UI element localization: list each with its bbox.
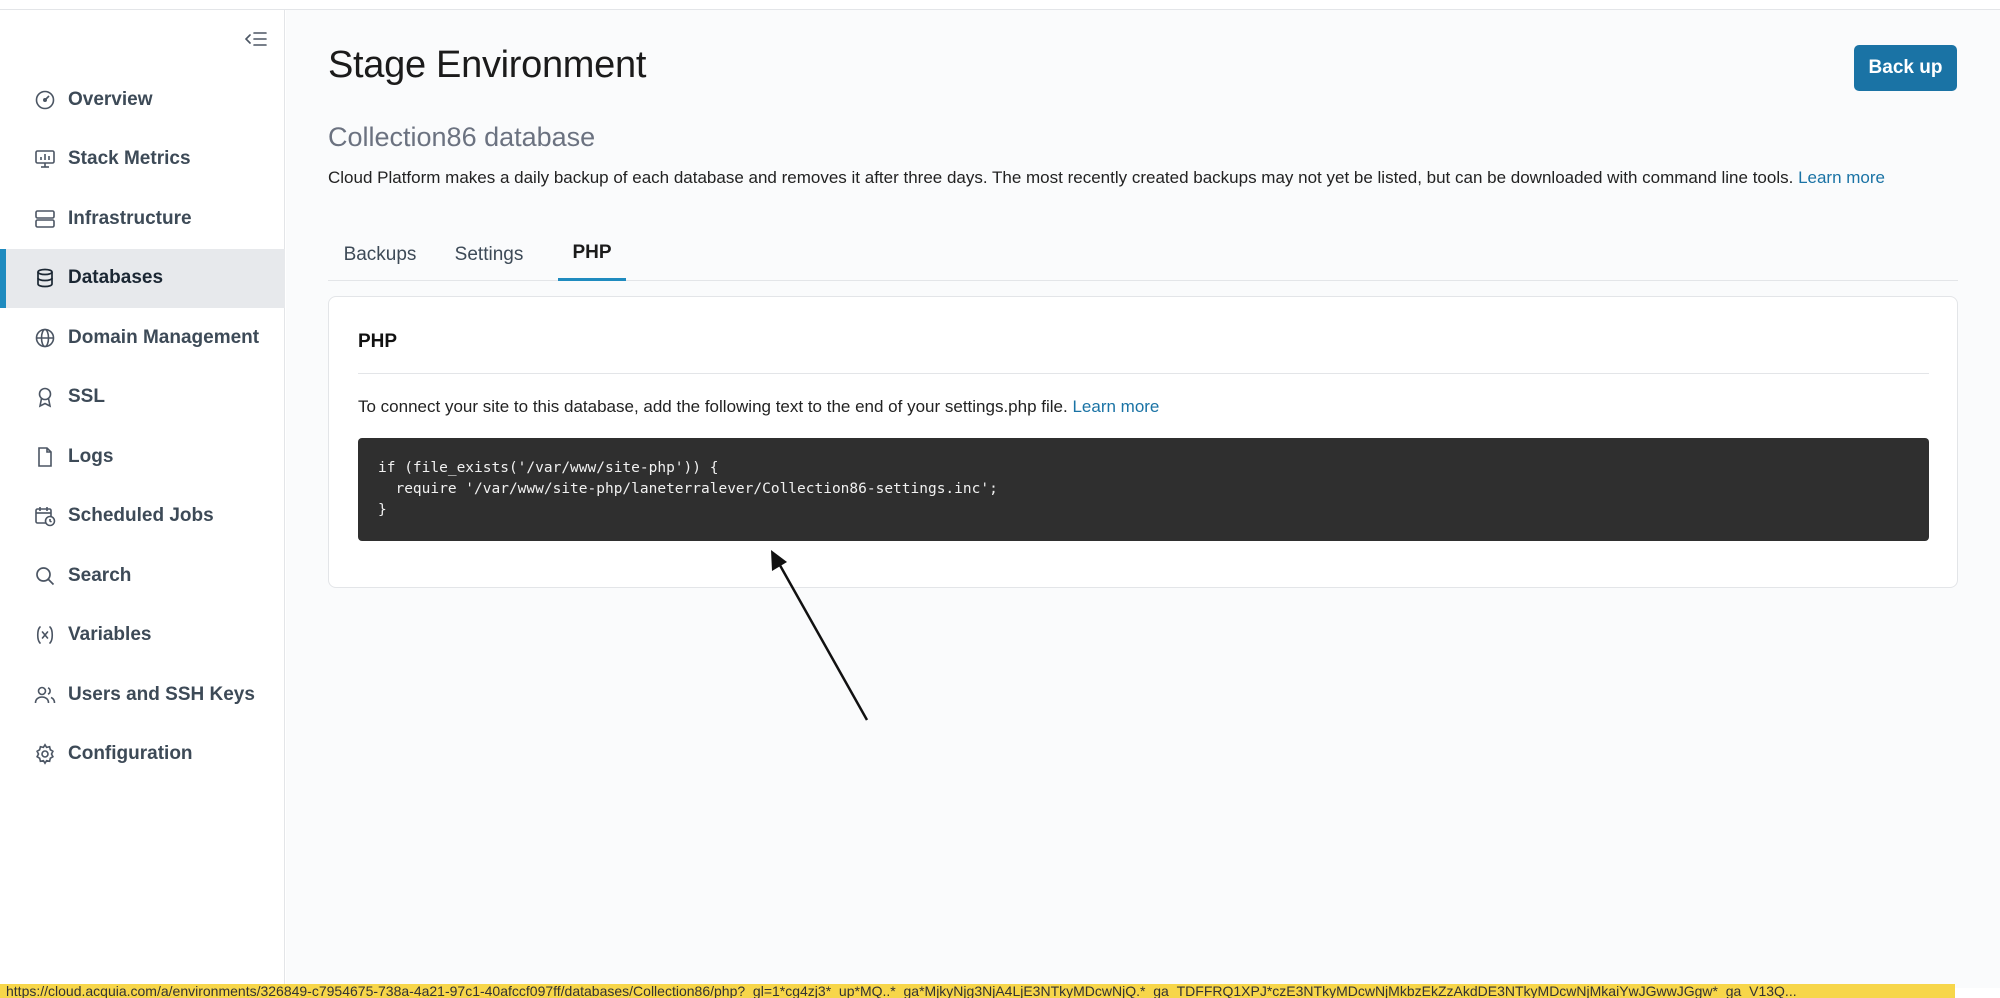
sidebar-item-infrastructure[interactable]: Infrastructure [0, 189, 285, 249]
tab-settings[interactable]: Settings [440, 228, 538, 281]
sidebar-nav: Overview Stack Metrics Infrastructure Da… [0, 70, 285, 784]
php-learn-more-link[interactable]: Learn more [1072, 397, 1159, 416]
sidebar-item-users-and-ssh-keys[interactable]: Users and SSH Keys [0, 665, 285, 725]
back-up-button[interactable]: Back up [1854, 45, 1957, 91]
code-line: } [378, 502, 387, 518]
monitor-icon [34, 148, 56, 170]
collapse-sidebar-icon[interactable] [243, 26, 269, 52]
sidebar-item-label: Stack Metrics [68, 148, 191, 170]
php-card: PHP To connect your site to this databas… [328, 296, 1958, 588]
sidebar-item-label: SSL [68, 386, 105, 408]
code-line: require '/var/www/site-php/laneterraleve… [378, 481, 998, 497]
sidebar-item-label: Variables [68, 624, 152, 646]
php-code-block[interactable]: if (file_exists('/var/www/site-php')) { … [358, 438, 1929, 541]
sidebar-item-search[interactable]: Search [0, 546, 285, 606]
php-instructions: To connect your site to this database, a… [358, 397, 1159, 417]
main-content: Stage Environment Back up Collection86 d… [286, 10, 2000, 988]
users-icon [34, 684, 56, 706]
database-tabs: Backups Settings PHP [328, 228, 1958, 281]
sidebar-item-scheduled-jobs[interactable]: Scheduled Jobs [0, 487, 285, 547]
database-icon [34, 267, 56, 289]
variable-icon [34, 624, 56, 646]
sidebar-item-ssl[interactable]: SSL [0, 368, 285, 428]
sidebar-item-label: Scheduled Jobs [68, 505, 214, 527]
sidebar: Overview Stack Metrics Infrastructure Da… [0, 10, 285, 988]
sidebar-item-logs[interactable]: Logs [0, 427, 285, 487]
file-icon [34, 446, 56, 468]
sidebar-item-label: Infrastructure [68, 207, 192, 229]
top-border [0, 0, 2000, 10]
gear-icon [34, 743, 56, 765]
dashboard-icon [34, 89, 56, 111]
sidebar-item-domain-management[interactable]: Domain Management [0, 308, 285, 368]
ribbon-icon [34, 386, 56, 408]
globe-icon [34, 327, 56, 349]
php-card-title: PHP [358, 331, 398, 352]
server-icon [34, 208, 56, 230]
sidebar-item-label: Users and SSH Keys [68, 683, 255, 705]
sidebar-item-label: Search [68, 564, 132, 586]
sidebar-item-configuration[interactable]: Configuration [0, 725, 285, 785]
sidebar-item-label: Domain Management [68, 326, 260, 348]
database-subtitle: Collection86 database [328, 122, 596, 152]
sidebar-item-label: Logs [68, 445, 114, 467]
page-title: Stage Environment [328, 44, 647, 86]
tab-php[interactable]: PHP [558, 228, 626, 281]
backup-description: Cloud Platform makes a daily backup of e… [328, 168, 1885, 188]
sidebar-item-variables[interactable]: Variables [0, 606, 285, 666]
php-instructions-text: To connect your site to this database, a… [358, 397, 1068, 416]
search-icon [34, 565, 56, 587]
sidebar-item-label: Overview [68, 88, 153, 110]
description-text: Cloud Platform makes a daily backup of e… [328, 168, 1794, 187]
card-divider [358, 373, 1929, 374]
sidebar-item-stack-metrics[interactable]: Stack Metrics [0, 130, 285, 190]
sidebar-item-label: Databases [68, 267, 164, 289]
sidebar-item-overview[interactable]: Overview [0, 70, 285, 130]
sidebar-item-databases[interactable]: Databases [0, 248, 285, 308]
learn-more-link[interactable]: Learn more [1798, 168, 1885, 187]
sidebar-item-label: Configuration [68, 743, 193, 765]
tab-backups[interactable]: Backups [328, 228, 432, 281]
calendar-clock-icon [34, 505, 56, 527]
link-status-bar: https://cloud.acquia.com/a/environments/… [0, 984, 1955, 998]
code-line: if (file_exists('/var/www/site-php')) { [378, 460, 719, 476]
